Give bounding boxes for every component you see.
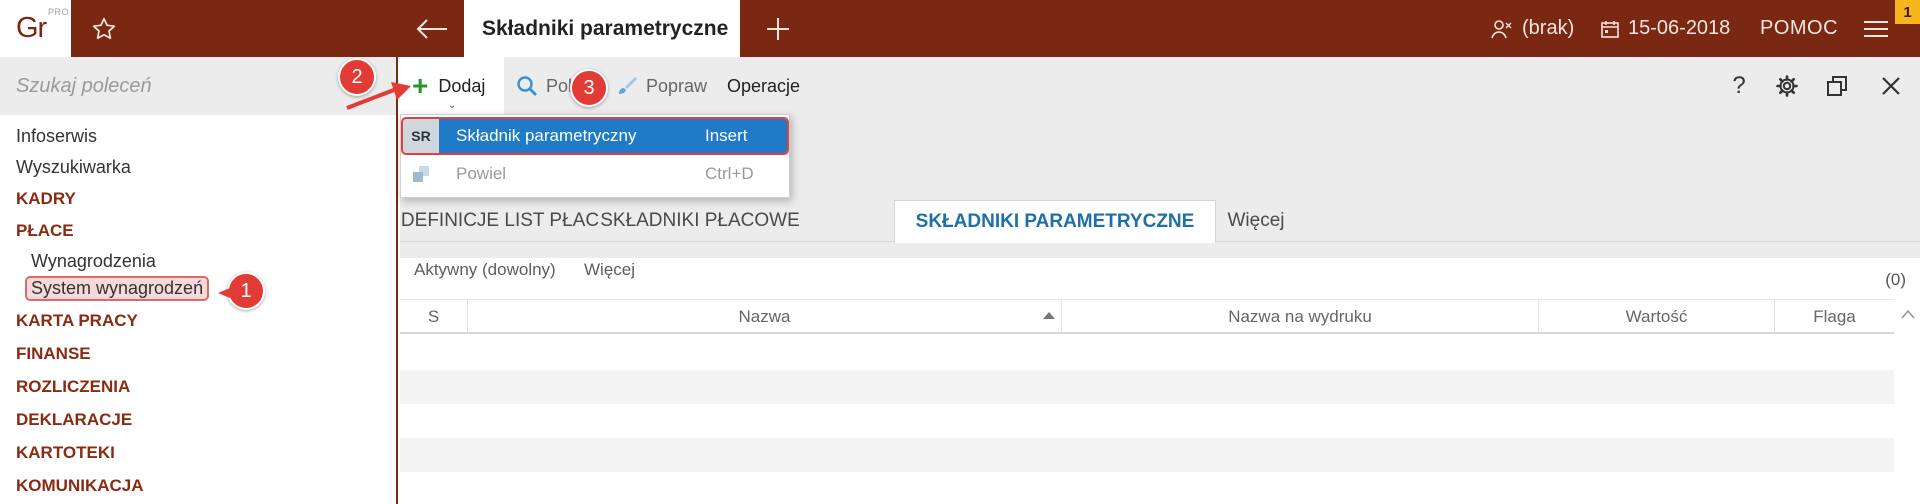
back-arrow-icon[interactable] <box>408 12 456 46</box>
help-question-icon[interactable]: ? <box>1722 71 1756 101</box>
table-row <box>400 404 1894 438</box>
plus-icon: + <box>412 70 429 101</box>
brush-icon <box>619 77 637 94</box>
add-button[interactable]: + Dodaj ⌄ <box>400 57 504 115</box>
column-header-nazwa-na-wydruku[interactable]: Nazwa na wydruku <box>1062 300 1539 333</box>
sr-icon: SR <box>403 119 439 153</box>
sort-ascending-icon <box>1043 312 1055 319</box>
menu-item-shortcut: Insert <box>705 126 748 145</box>
show-button[interactable]: Pok <box>516 57 577 115</box>
tab-skladniki-parametryczne[interactable]: SKŁADNIKI PARAMETRYCZNE <box>894 200 1216 243</box>
duplicate-icon <box>403 157 439 191</box>
sidebar-item-wyszukiwarka[interactable]: Wyszukiwarka <box>16 157 131 178</box>
menu-item-label: Składnik parametryczny <box>456 126 637 145</box>
column-header-nazwa-label: Nazwa <box>738 306 791 326</box>
table-row <box>400 336 1894 370</box>
edit-button[interactable]: Popraw <box>616 57 707 115</box>
operations-button[interactable]: Operacje <box>727 57 800 115</box>
add-dropdown-menu: SR Składnik parametryczny Insert Powiel … <box>400 114 790 198</box>
operations-button-label: Operacje <box>727 75 801 96</box>
sidebar-section-karta-pracy[interactable]: KARTA PRACY <box>16 311 138 331</box>
logo-pro-badge: PRO <box>48 7 70 17</box>
record-count: (0) <box>1885 270 1906 289</box>
column-header-nazwa[interactable]: Nazwa <box>468 300 1062 333</box>
toolbar: + Dodaj ⌄ Pok Popraw Operacje ? <box>400 57 1920 115</box>
tab-skladniki-placowe[interactable]: SKŁADNIKI PŁACOWE <box>600 200 800 242</box>
column-header-wartosc[interactable]: Wartość <box>1539 300 1775 333</box>
top-bar: Gr PRO Składniki parametryczne (brak) 15… <box>0 0 1920 57</box>
filter-active[interactable]: Aktywny (dowolny) <box>414 260 556 280</box>
date-label: 15-06-2018 <box>1628 17 1731 39</box>
window-tab-title: Składniki parametryczne <box>482 16 729 40</box>
sidebar: Infoserwis Wyszukiwarka KADRY PŁACE Wyna… <box>0 57 398 504</box>
calendar-icon <box>1601 20 1619 38</box>
gear-icon[interactable] <box>1770 71 1804 101</box>
sidebar-section-kartoteki[interactable]: KARTOTEKI <box>16 443 115 463</box>
tabs-bar: DEFINICJE LIST PŁAC SKŁADNIKI PŁACOWE SK… <box>400 200 1920 243</box>
tab-more[interactable]: Więcej <box>1216 200 1296 242</box>
user-label: (brak) <box>1522 17 1575 39</box>
callout-arrow-icon <box>346 82 411 110</box>
column-header-s[interactable]: S <box>400 300 468 333</box>
favorites-star-icon[interactable] <box>84 12 124 46</box>
active-window-tab[interactable]: Składniki parametryczne <box>464 0 740 57</box>
table-row <box>400 370 1894 404</box>
app-logo[interactable]: Gr PRO <box>0 0 71 57</box>
close-icon[interactable] <box>1874 71 1908 101</box>
column-header-flaga[interactable]: Flaga <box>1775 300 1894 333</box>
menu-item-skladnik-parametryczny[interactable]: SR Składnik parametryczny Insert <box>401 117 789 155</box>
chevron-down-icon: ⌄ <box>448 100 457 111</box>
date-selector[interactable]: 15-06-2018 <box>1600 0 1730 57</box>
table-row <box>400 472 1894 504</box>
sidebar-section-rozliczenia[interactable]: ROZLICZENIA <box>16 377 130 397</box>
notification-badge[interactable]: 1 <box>1895 0 1920 24</box>
callout-badge-3: 3 <box>570 69 608 107</box>
sidebar-section-deklaracje[interactable]: DEKLARACJE <box>16 410 132 430</box>
command-search-input[interactable] <box>0 57 396 115</box>
table-row <box>400 438 1894 472</box>
sidebar-section-komunikacja[interactable]: KOMUNIKACJA <box>16 476 144 496</box>
callout-badge-1: 1 <box>227 272 265 310</box>
filter-more-link[interactable]: Więcej <box>584 260 635 280</box>
user-selector[interactable]: (brak) <box>1490 0 1574 57</box>
magnifier-icon <box>517 76 537 96</box>
tab-definicje-list-plac[interactable]: DEFINICJE LIST PŁAC <box>400 200 600 242</box>
sidebar-section-place[interactable]: PŁACE <box>16 221 74 241</box>
edit-button-label: Popraw <box>646 75 708 96</box>
restore-window-icon[interactable] <box>1820 71 1854 101</box>
new-tab-plus-icon[interactable] <box>756 10 800 48</box>
logo-text: Gr <box>16 12 47 44</box>
sidebar-section-finanse[interactable]: FINANSE <box>16 344 91 364</box>
menu-item-shortcut: Ctrl+D <box>705 164 754 183</box>
menu-item-powiel[interactable]: Powiel Ctrl+D <box>403 157 787 191</box>
hamburger-menu-icon[interactable] <box>1862 0 1898 57</box>
sidebar-section-kadry[interactable]: KADRY <box>16 189 76 209</box>
help-menu-link[interactable]: POMOC <box>1760 0 1838 57</box>
help-label: POMOC <box>1760 17 1839 39</box>
sidebar-item-system-wynagrodzen[interactable]: System wynagrodzeń <box>24 276 210 301</box>
user-icon <box>1491 19 1512 38</box>
command-search <box>0 57 396 115</box>
scroll-up-icon[interactable] <box>1900 307 1916 321</box>
callout-pointer-icon <box>218 288 230 298</box>
sidebar-item-infoserwis[interactable]: Infoserwis <box>16 126 97 147</box>
sidebar-item-wynagrodzenia[interactable]: Wynagrodzenia <box>31 251 156 272</box>
add-button-label: Dodaj <box>438 75 486 96</box>
grid-header: S Nazwa Nazwa na wydruku Wartość Flaga <box>400 299 1894 334</box>
menu-item-label: Powiel <box>456 164 507 183</box>
